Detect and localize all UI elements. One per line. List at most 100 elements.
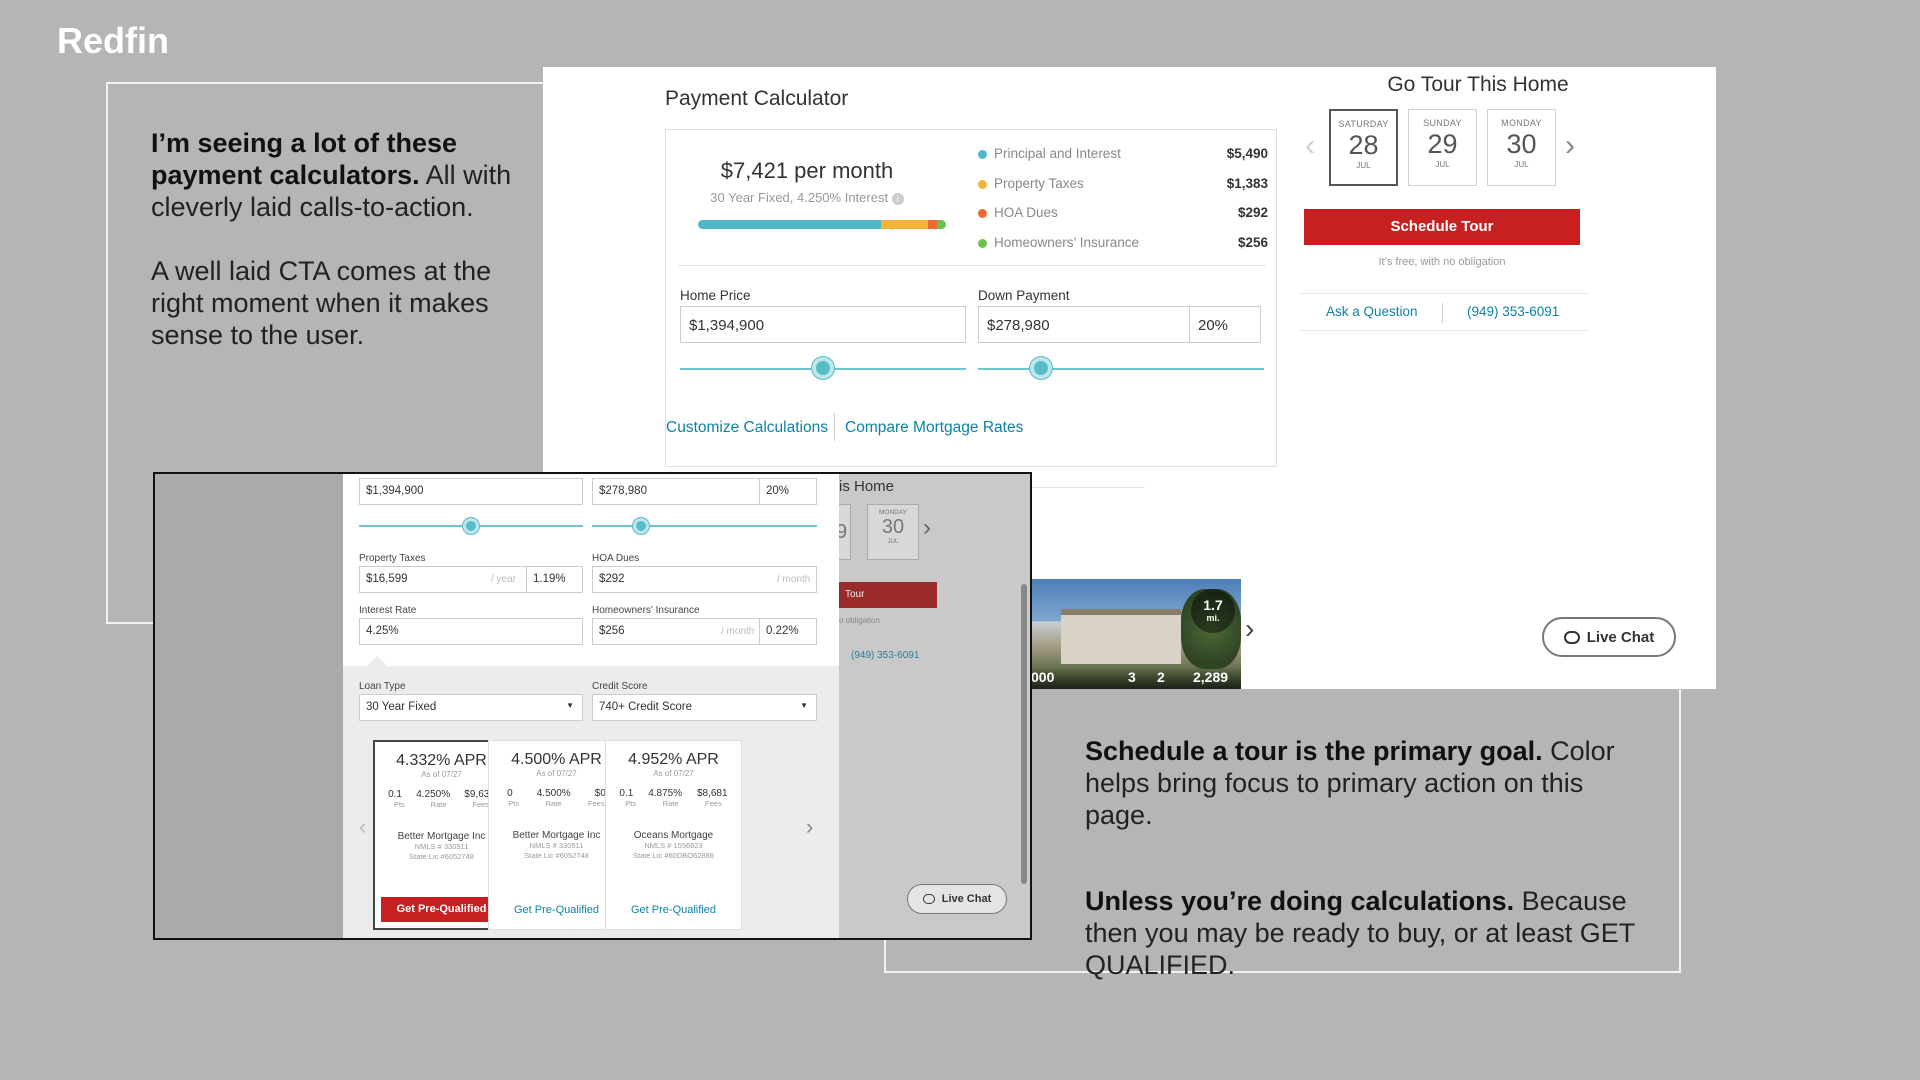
insurance-percent-input[interactable]: 0.22% [759,618,817,645]
get-pre-qualified-button[interactable]: Get Pre-Qualified [495,898,618,923]
loan-summary-text: 30 Year Fixed, 4.250% Interest [710,190,889,205]
down-payment-input[interactable]: $278,980 [978,306,1190,343]
live-chat-label: Live Chat [941,893,992,905]
background-date-day: 30 [881,516,905,538]
breakdown-value: $5,490 [1226,146,1268,161]
rate-unit: Rate [430,800,447,809]
note-left: I’m seeing a lot of these payment calcul… [151,127,521,351]
date-weekday: SATURDAY [1338,119,1389,129]
chevron-left-icon[interactable]: ‹ [359,814,366,840]
get-pre-qualified-button[interactable]: Get Pre-Qualified [612,898,735,923]
home-price-input[interactable]: $1,394,900 [680,306,966,343]
insurance-unit: / month [721,626,755,637]
phone-link[interactable]: (949) 353-6091 [1467,304,1559,319]
listing-sqft: 2,289 [1193,669,1229,685]
listing-price: 000 [1031,669,1055,685]
payment-calculator-title: Payment Calculator [665,87,849,110]
note-left-bold: I’m seeing a lot of these payment calcul… [151,128,458,190]
fees-unit: Fees [588,799,605,808]
down-payment-slider-handle[interactable] [633,518,649,534]
legend-dot [978,238,987,248]
hoa-dues-unit: / month [777,574,811,585]
live-chat-button[interactable]: Live Chat [907,884,1007,914]
loan-type-select[interactable]: 30 Year Fixed ▼ [359,694,583,721]
down-payment-slider[interactable] [978,368,1264,370]
chevron-right-icon[interactable]: › [806,814,813,840]
customize-calculations-link[interactable]: Customize Calculations [666,419,828,437]
date-card[interactable]: MONDAY 30 JUL [1487,109,1556,186]
offer-license: State Lic #60DBO62886 [633,851,714,860]
monthly-payment: $7,421 per month [720,158,894,183]
offer-lender: Better Mortgage Inc [512,830,601,841]
offer-apr: 4.952% APR [628,751,719,768]
live-chat-button[interactable]: Live Chat [1542,617,1676,657]
divider [1300,330,1588,331]
listing-beds: 3 [1128,669,1136,685]
info-icon[interactable]: i [891,192,904,205]
breakdown-bar-segment [881,220,928,229]
offer-points: 0.1 [388,789,402,800]
offer-apr: 4.500% APR [511,751,602,768]
offer-date: As of 07/27 [536,769,577,778]
points-unit: Pts [393,800,405,809]
ask-question-link[interactable]: Ask a Question [1326,304,1418,319]
house-shape [1061,609,1181,664]
get-pre-qualified-button[interactable]: Get Pre-Qualified [381,897,502,922]
date-day: 28 [1348,130,1379,160]
breakdown-bar-segment [937,220,946,229]
chevron-right-icon: › [923,514,931,541]
offer-nmls: NMLS # 330511 [529,841,584,850]
legend-dot [978,150,987,159]
fees-unit: Fees [705,799,722,808]
background-date-card: MONDAY 30 JUL [867,504,919,560]
loan-type-value: 30 Year Fixed [366,701,437,713]
down-payment-slider-handle[interactable] [1029,357,1052,379]
date-month: JUL [1514,160,1529,169]
interest-rate-label: Interest Rate [359,605,417,616]
background-date-dow: MONDAY [878,509,908,516]
background-phone: (949) 353-6091 [851,650,920,661]
offer-date: As of 07/27 [653,769,694,778]
chevron-left-icon[interactable]: ‹ [1305,129,1315,163]
schedule-tour-button[interactable]: Schedule Tour [1304,209,1580,245]
date-weekday: MONDAY [1501,118,1542,128]
breakdown-label: Homeowners’ Insurance [994,234,1140,250]
mortgage-offer-card[interactable]: 4.952% APR As of 07/27 0.1 4.875% $8,681 Pts R… [605,740,742,930]
rate-unit: Rate [662,799,679,808]
chevron-right-icon[interactable]: › [1245,613,1254,645]
chat-bubble-icon [922,894,935,904]
link-separator [1442,303,1443,323]
insurance-label: Homeowners' Insurance [592,605,700,616]
property-taxes-percent-input[interactable]: 1.19% [526,566,583,593]
credit-score-select[interactable]: 740+ Credit Score ▼ [592,694,817,721]
breakdown-value: $292 [1237,205,1268,220]
date-card[interactable]: SUNDAY 29 JUL [1408,109,1477,186]
link-separator [834,413,835,441]
background-schedule-label: Tour [845,589,865,600]
offer-rate: 4.500% [536,788,571,799]
down-payment-input[interactable]: $278,980 [592,478,760,505]
home-price-input[interactable]: $1,394,900 [359,478,583,505]
listing-photo[interactable]: 1.7 mi. 000 3 2 2,289 [1031,579,1241,689]
date-month: JUL [1435,160,1450,169]
expanded-calculator: $1,394,900 $278,980 20% Property Taxes $… [343,474,839,938]
down-payment-percent-input[interactable]: 20% [1189,306,1261,343]
note-right-bold-2: Unless you’re doing calculations. [1085,886,1515,916]
breakdown-label: HOA Dues [994,205,1058,220]
loan-type-label: Loan Type [359,681,406,692]
scrollbar[interactable] [1021,584,1027,884]
fees-unit: Fees [472,800,490,809]
home-price-slider-handle[interactable] [812,357,834,379]
chevron-right-icon[interactable]: › [1565,129,1575,163]
hoa-dues-label: HOA Dues [592,553,640,564]
pointer-triangle [367,656,387,666]
payment-calculator-panel: $7,421 per month 30 Year Fixed, 4.250% I… [665,129,1277,467]
home-price-slider-handle[interactable] [463,518,479,534]
tour-title: Go Tour This Home [1387,73,1569,96]
interest-rate-input[interactable]: 4.25% [359,618,583,645]
down-payment-slider[interactable] [592,525,817,527]
compare-mortgage-rates-link[interactable]: Compare Mortgage Rates [845,419,1023,437]
divider [1300,293,1588,294]
down-payment-percent-input[interactable]: 20% [759,478,817,505]
date-card[interactable]: SATURDAY 28 JUL [1329,109,1398,186]
